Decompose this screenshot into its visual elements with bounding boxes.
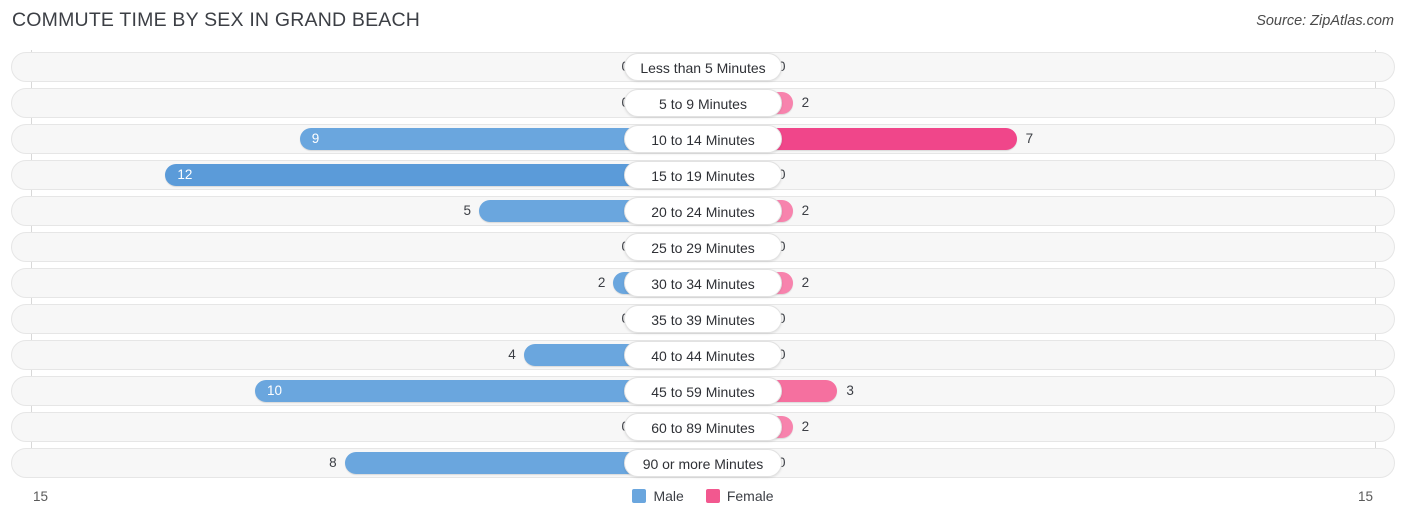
table-row[interactable]: 10 3 45 to 59 Minutes xyxy=(11,376,1395,406)
category-label: 30 to 34 Minutes xyxy=(624,269,782,297)
category-label: 40 to 44 Minutes xyxy=(624,341,782,369)
bar-value-female: 2 xyxy=(801,95,810,110)
plot-area: 00Less than 5 Minutes025 to 9 Minutes971… xyxy=(0,50,1406,488)
legend-swatch-female xyxy=(705,489,720,503)
legend-label-male: Male xyxy=(653,488,684,504)
table-row[interactable]: 12 015 to 19 Minutes xyxy=(11,160,1395,190)
legend-item-female[interactable]: Female xyxy=(705,488,774,504)
table-row[interactable]: 0 2 5 to 9 Minutes xyxy=(11,88,1395,118)
bar-value-male: 8 xyxy=(329,455,337,470)
table-row[interactable]: 9 7 10 to 14 Minutes xyxy=(11,124,1395,154)
bar-value-male: 2 xyxy=(597,275,606,290)
source-attribution: Source: ZipAtlas.com xyxy=(1256,13,1394,29)
table-row[interactable]: 0 035 to 39 Minutes xyxy=(11,304,1395,334)
bar-value-female: 0 xyxy=(778,56,818,78)
bar-value-male: 0 xyxy=(589,56,629,78)
bar-value-male: 9 xyxy=(311,131,320,146)
category-label: 25 to 29 Minutes xyxy=(624,233,782,261)
legend-swatch-male xyxy=(632,489,647,503)
bar-male[interactable] xyxy=(165,164,703,186)
bar-value-female: 0 xyxy=(778,236,818,258)
bar-value-male: 4 xyxy=(508,347,516,362)
bar-value-female: 0 xyxy=(778,452,818,474)
bar-value-male: 12 xyxy=(177,167,193,182)
page-title: COMMUTE TIME BY SEX IN GRAND BEACH xyxy=(12,9,421,31)
bar-value-male: 0 xyxy=(589,416,629,438)
category-label: 60 to 89 Minutes xyxy=(624,413,782,441)
category-label: 45 to 59 Minutes xyxy=(624,377,782,405)
table-row[interactable]: 2 2 30 to 34 Minutes xyxy=(11,268,1395,298)
category-label: 20 to 24 Minutes xyxy=(624,197,782,225)
bar-value-female: 3 xyxy=(846,383,854,398)
bar-value-male: 0 xyxy=(589,236,629,258)
table-row[interactable]: 0 0Less than 5 Minutes xyxy=(11,52,1395,82)
table-row[interactable]: 8 090 or more Minutes xyxy=(11,448,1395,478)
table-row[interactable]: 4 040 to 44 Minutes xyxy=(11,340,1395,370)
bar-value-female: 0 xyxy=(778,164,818,186)
category-label: 35 to 39 Minutes xyxy=(624,305,782,333)
bar-value-male: 5 xyxy=(463,203,471,218)
bar-value-female: 2 xyxy=(801,203,810,218)
category-label: 15 to 19 Minutes xyxy=(624,161,782,189)
bar-value-male: 0 xyxy=(589,92,629,114)
bar-value-female: 7 xyxy=(1025,131,1034,146)
bar-value-female: 0 xyxy=(778,344,818,366)
category-label: 5 to 9 Minutes xyxy=(624,89,782,117)
table-row[interactable]: 0 2 60 to 89 Minutes xyxy=(11,412,1395,442)
bar-value-female: 0 xyxy=(778,308,818,330)
legend: Male Female xyxy=(0,488,1406,504)
bar-value-male: 10 xyxy=(267,383,283,398)
category-label: 10 to 14 Minutes xyxy=(624,125,782,153)
table-row[interactable]: 5 2 20 to 24 Minutes xyxy=(11,196,1395,226)
table-row[interactable]: 0 025 to 29 Minutes xyxy=(11,232,1395,262)
legend-label-female: Female xyxy=(726,488,774,504)
category-label: Less than 5 Minutes xyxy=(624,53,782,81)
bar-value-female: 2 xyxy=(801,275,810,290)
category-label: 90 or more Minutes xyxy=(624,449,782,477)
bar-value-male: 0 xyxy=(589,308,629,330)
commute-time-chart: COMMUTE TIME BY SEX IN GRAND BEACH Sourc… xyxy=(0,0,1406,523)
bar-value-female: 2 xyxy=(801,419,810,434)
legend-item-male[interactable]: Male xyxy=(632,488,684,504)
